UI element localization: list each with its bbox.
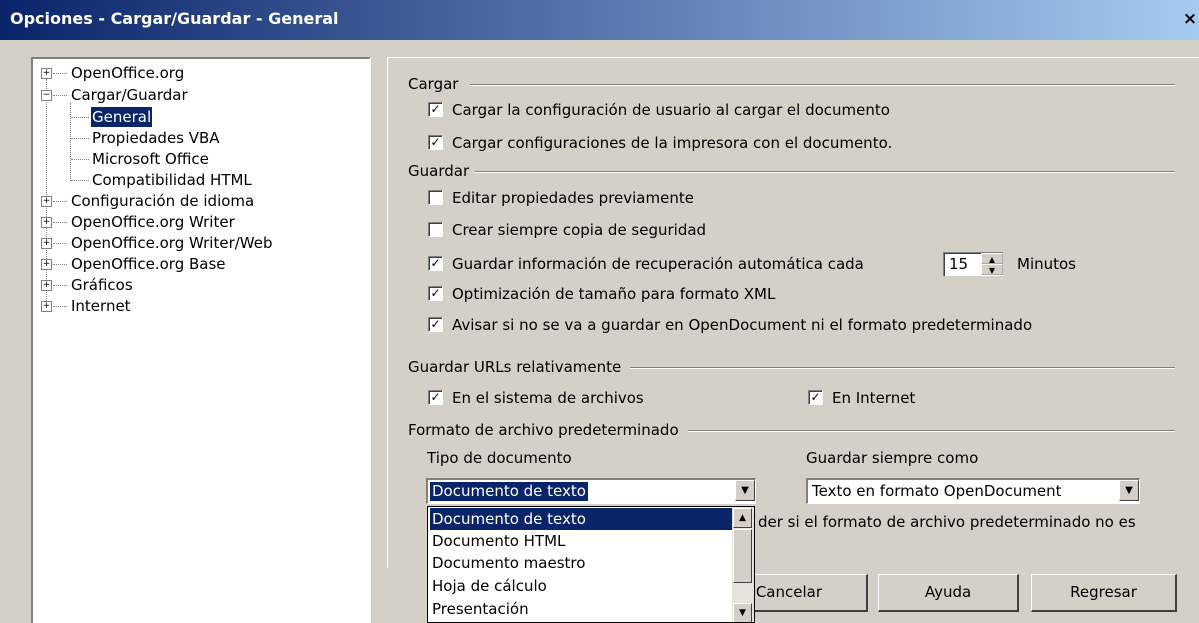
- minutes-label: Minutos: [1017, 255, 1076, 273]
- separator: [688, 430, 1175, 432]
- tree-item-label: Cargar/Guardar: [71, 86, 188, 104]
- scroll-thumb[interactable]: [733, 529, 752, 583]
- select-value: Texto en formato OpenDocument: [812, 482, 1062, 500]
- section-heading-urls: Guardar URLs relativamente: [408, 358, 622, 376]
- expand-icon[interactable]: +: [41, 68, 52, 79]
- select-value: Documento de texto: [429, 481, 589, 502]
- autorecovery-minutes-spinner[interactable]: 15 ▲ ▼: [943, 252, 1003, 276]
- expand-icon[interactable]: +: [41, 280, 52, 291]
- cancel-button[interactable]: Cancelar: [740, 574, 868, 612]
- tree-item-label: OpenOffice.org: [71, 64, 185, 82]
- dropdown-option[interactable]: Documento maestro: [430, 552, 587, 574]
- checkbox-label: Cargar configuraciones de la impresora c…: [452, 134, 893, 152]
- doc-type-label: Tipo de documento: [427, 449, 572, 467]
- title-bar: Opciones - Cargar/Guardar - General ×: [0, 0, 1199, 40]
- tree-connector: [71, 138, 89, 139]
- tree-item-label: OpenOffice.org Writer: [71, 213, 235, 231]
- expand-icon[interactable]: +: [41, 217, 52, 228]
- dropdown-option[interactable]: Documento de texto: [430, 508, 734, 530]
- checkmark-icon[interactable]: ✓: [428, 390, 443, 405]
- help-button[interactable]: Ayuda: [878, 574, 1019, 612]
- scroll-up-icon[interactable]: ▲: [733, 508, 752, 528]
- expand-icon[interactable]: +: [41, 196, 52, 207]
- checkbox-label: En el sistema de archivos: [452, 389, 644, 407]
- separator: [630, 367, 1175, 369]
- button-label: Ayuda: [924, 583, 972, 601]
- tree-item-label: OpenOffice.org Base: [71, 255, 226, 273]
- dropdown-option[interactable]: Presentación: [430, 598, 531, 620]
- save-as-select[interactable]: Texto en formato OpenDocument ▼: [806, 478, 1140, 504]
- tree-item-label: Propiedades VBA: [92, 129, 220, 147]
- tree-item-label: Internet: [71, 297, 131, 315]
- tree-item-label: Microsoft Office: [92, 150, 209, 168]
- tree-item-label: General: [89, 106, 154, 128]
- expand-icon[interactable]: +: [41, 301, 52, 312]
- chevron-down-icon[interactable]: ▼: [735, 480, 755, 501]
- checkmark-icon[interactable]: ✓: [428, 286, 443, 301]
- checkbox-label: En Internet: [832, 389, 916, 407]
- close-icon[interactable]: ×: [1181, 8, 1199, 30]
- tree-connector: [53, 264, 67, 265]
- tree-connector: [71, 159, 89, 160]
- checkbox-label: Crear siempre copia de seguridad: [452, 221, 707, 239]
- tree-connector: [53, 306, 67, 307]
- warning-text: der si el formato de archivo predetermin…: [758, 513, 1136, 531]
- back-button[interactable]: Regresar: [1031, 574, 1177, 612]
- expand-icon[interactable]: +: [41, 238, 52, 249]
- spin-up-icon[interactable]: ▲: [981, 253, 1003, 264]
- checkmark-icon[interactable]: ✓: [428, 102, 443, 117]
- button-label: Regresar: [1070, 583, 1137, 601]
- checkbox-label: Cargar la configuración de usuario al ca…: [452, 101, 890, 119]
- tree-connector: [53, 201, 67, 202]
- tree-connector: [70, 103, 71, 181]
- checkmark-icon[interactable]: ✓: [808, 390, 823, 405]
- tree-connector: [53, 73, 67, 74]
- checkbox-box[interactable]: [428, 222, 443, 237]
- spinner-value[interactable]: 15: [949, 255, 968, 273]
- tree-connector: [46, 79, 47, 309]
- options-tree[interactable]: + OpenOffice.org − Cargar/Guardar Genera…: [31, 57, 371, 623]
- tree-connector: [53, 243, 67, 244]
- button-label: Cancelar: [755, 583, 822, 601]
- tree-connector: [53, 222, 67, 223]
- tree-item-label: Configuración de idioma: [71, 192, 255, 210]
- section-heading-formato: Formato de archivo predeterminado: [408, 421, 679, 439]
- section-heading-guardar: Guardar: [408, 162, 470, 180]
- spinner-buttons[interactable]: ▲ ▼: [981, 253, 1003, 275]
- tree-connector: [71, 180, 89, 181]
- dropdown-option[interactable]: Hoja de cálculo: [430, 575, 549, 597]
- dropdown-option[interactable]: Documento HTML: [430, 530, 567, 552]
- separator: [475, 171, 1175, 173]
- doc-type-dropdown-list[interactable]: Documento de texto Documento HTML Docume…: [427, 506, 755, 623]
- chevron-down-icon[interactable]: ▼: [1119, 480, 1139, 501]
- checkbox-label: Avisar si no se va a guardar en OpenDocu…: [452, 316, 1033, 334]
- window-title: Opciones - Cargar/Guardar - General: [10, 9, 339, 28]
- tree-item-label: Gráficos: [71, 276, 133, 294]
- scroll-down-icon[interactable]: ▼: [733, 603, 752, 622]
- checkmark-icon[interactable]: ✓: [428, 256, 443, 271]
- tree-item-label: Compatibilidad HTML: [92, 171, 252, 189]
- checkbox-label: Guardar información de recuperación auto…: [452, 255, 864, 273]
- save-as-label: Guardar siempre como: [806, 449, 979, 467]
- collapse-icon[interactable]: −: [41, 90, 52, 101]
- checkbox-label: Optimización de tamaño para formato XML: [452, 285, 776, 303]
- separator: [470, 84, 1175, 86]
- checkmark-icon[interactable]: ✓: [428, 317, 443, 332]
- tree-connector: [53, 285, 67, 286]
- tree-connector: [53, 95, 67, 96]
- checkmark-icon[interactable]: ✓: [428, 135, 443, 150]
- tree-connector: [71, 117, 89, 118]
- scrollbar[interactable]: ▲ ▼: [732, 507, 754, 622]
- spin-down-icon[interactable]: ▼: [981, 264, 1003, 275]
- section-heading-cargar: Cargar: [408, 75, 459, 93]
- doc-type-select[interactable]: Documento de texto ▼: [426, 478, 756, 504]
- expand-icon[interactable]: +: [41, 259, 52, 270]
- checkbox-label: Editar propiedades previamente: [452, 189, 694, 207]
- checkbox-box[interactable]: [428, 190, 443, 205]
- tree-item-label: OpenOffice.org Writer/Web: [71, 234, 273, 252]
